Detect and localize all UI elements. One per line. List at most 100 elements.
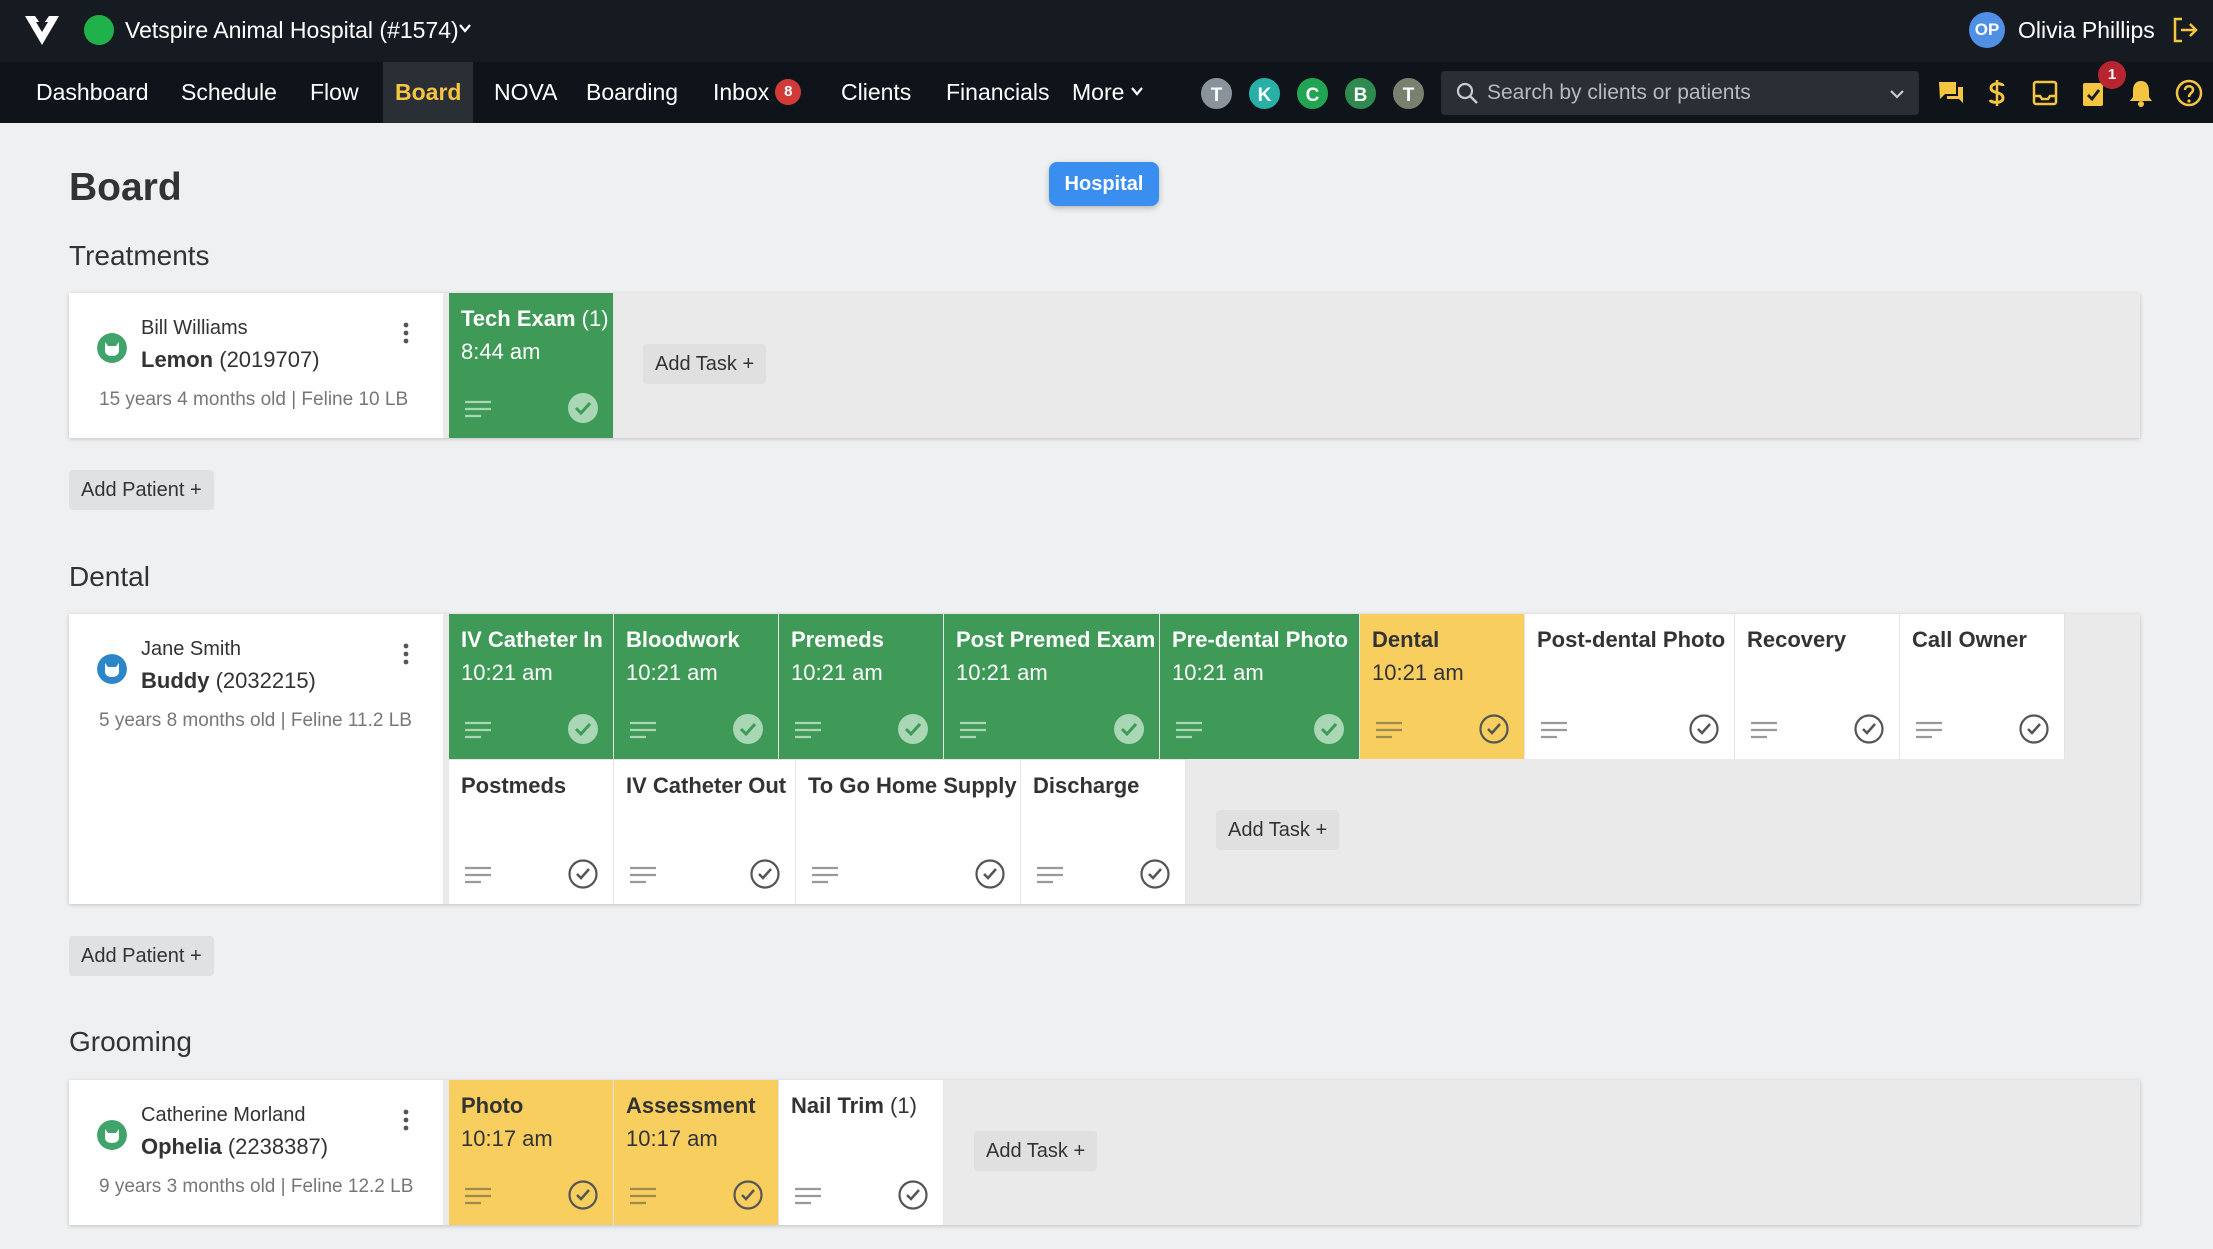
check-circle-icon[interactable] (567, 392, 599, 424)
section-title-treatments: Treatments (69, 240, 210, 271)
check-circle-icon[interactable] (749, 858, 781, 890)
more-options-icon[interactable] (399, 320, 413, 346)
check-circle-icon[interactable] (732, 713, 764, 745)
check-circle-icon[interactable] (974, 858, 1006, 890)
task-card-pre-dental-photo[interactable]: Pre-dental Photo 10:21 am (1160, 614, 1360, 759)
add-patient-button[interactable]: Add Patient + (69, 470, 214, 510)
owner-name[interactable]: Jane Smith (141, 638, 241, 661)
inbox-tray-icon[interactable] (2030, 78, 2060, 108)
notes-icon[interactable] (1174, 719, 1204, 741)
task-card-postmeds[interactable]: Postmeds (449, 759, 614, 904)
nav-boarding[interactable]: Boarding (586, 62, 678, 123)
patient-card[interactable]: Jane Smith Buddy (2032215) 5 years 8 mon… (69, 614, 443, 904)
check-circle-icon[interactable] (567, 713, 599, 745)
nav-nova[interactable]: NOVA (494, 62, 557, 123)
check-circle-icon[interactable] (1313, 713, 1345, 745)
notes-icon[interactable] (628, 864, 658, 886)
staff-avatar[interactable]: C (1295, 76, 1330, 111)
task-title: Recovery (1747, 627, 1847, 652)
task-card-post-dental-photo[interactable]: Post-dental Photo (1525, 614, 1735, 759)
user-name[interactable]: Olivia Phillips (2018, 15, 2155, 45)
nav-more[interactable]: More (1072, 62, 1144, 123)
notes-icon[interactable] (793, 1185, 823, 1207)
notes-icon[interactable] (628, 1185, 658, 1207)
task-card-premeds[interactable]: Premeds 10:21 am (779, 614, 944, 759)
add-task-button[interactable]: Add Task + (643, 344, 767, 384)
add-task-button[interactable]: Add Task + (1216, 810, 1340, 850)
pet-name-line[interactable]: Buddy (2032215) (141, 668, 316, 694)
section-title-dental: Dental (69, 561, 150, 592)
pet-name-line[interactable]: Ophelia (2238387) (141, 1134, 328, 1160)
help-icon[interactable] (2174, 78, 2204, 108)
staff-avatar[interactable]: K (1247, 76, 1282, 111)
task-card-nail-trim[interactable]: Nail Trim (1) (779, 1080, 944, 1225)
check-circle-icon[interactable] (567, 1179, 599, 1211)
notes-icon[interactable] (628, 719, 658, 741)
notes-icon[interactable] (793, 719, 823, 741)
nav-dashboard[interactable]: Dashboard (36, 62, 149, 123)
nav-financials[interactable]: Financials (946, 62, 1050, 123)
task-card-iv-catheter-in[interactable]: IV Catheter In 10:21 am (449, 614, 614, 759)
add-task-button[interactable]: Add Task + (974, 1131, 1098, 1171)
check-circle-icon[interactable] (1478, 713, 1510, 745)
task-card-tech-exam[interactable]: Tech Exam (1) 8:44 am (449, 293, 614, 438)
task-card-dental[interactable]: Dental 10:21 am (1360, 614, 1525, 759)
chat-icon[interactable] (1936, 78, 1966, 108)
chevron-down-icon[interactable] (458, 21, 472, 35)
notes-icon[interactable] (463, 398, 493, 420)
notes-icon[interactable] (810, 864, 840, 886)
nav-schedule[interactable]: Schedule (181, 62, 277, 123)
notes-icon[interactable] (958, 719, 988, 741)
nav-inbox[interactable]: Inbox 8 (713, 62, 802, 123)
nav-clients[interactable]: Clients (841, 62, 911, 123)
check-circle-icon[interactable] (732, 1179, 764, 1211)
add-patient-button[interactable]: Add Patient + (69, 936, 214, 976)
owner-name[interactable]: Catherine Morland (141, 1104, 306, 1127)
task-card-bloodwork[interactable]: Bloodwork 10:21 am (614, 614, 779, 759)
location-filter-button[interactable]: Hospital (1049, 162, 1159, 206)
patient-card[interactable]: Bill Williams Lemon (2019707) 15 years 4… (69, 293, 443, 438)
notes-icon[interactable] (463, 864, 493, 886)
nav-flow[interactable]: Flow (310, 62, 359, 123)
notes-icon[interactable] (463, 719, 493, 741)
task-card-iv-catheter-out[interactable]: IV Catheter Out (614, 759, 796, 904)
search-input[interactable] (1487, 71, 1867, 115)
check-circle-icon[interactable] (897, 713, 929, 745)
task-card-call-owner[interactable]: Call Owner (1900, 614, 2065, 759)
vetspire-logo-icon[interactable] (22, 12, 62, 48)
check-circle-icon[interactable] (1139, 858, 1171, 890)
check-circle-icon[interactable] (897, 1179, 929, 1211)
staff-avatar[interactable]: T (1391, 76, 1426, 111)
user-avatar[interactable]: OP (1969, 12, 2005, 48)
notes-icon[interactable] (1749, 719, 1779, 741)
more-options-icon[interactable] (399, 1107, 413, 1133)
check-circle-icon[interactable] (1853, 713, 1885, 745)
check-circle-icon[interactable] (567, 858, 599, 890)
pet-name-line[interactable]: Lemon (2019707) (141, 347, 320, 373)
notes-icon[interactable] (1035, 864, 1065, 886)
owner-name[interactable]: Bill Williams (141, 317, 248, 340)
check-circle-icon[interactable] (1688, 713, 1720, 745)
staff-avatar[interactable]: T (1199, 76, 1234, 111)
more-options-icon[interactable] (399, 641, 413, 667)
task-card-recovery[interactable]: Recovery (1735, 614, 1900, 759)
task-card-discharge[interactable]: Discharge (1021, 759, 1186, 904)
check-circle-icon[interactable] (1113, 713, 1145, 745)
logout-icon[interactable] (2170, 15, 2200, 45)
bell-icon[interactable] (2126, 78, 2156, 108)
notes-icon[interactable] (463, 1185, 493, 1207)
staff-avatar[interactable]: B (1343, 76, 1378, 111)
notes-icon[interactable] (1374, 719, 1404, 741)
task-card-assessment[interactable]: Assessment 10:17 am (614, 1080, 779, 1225)
patient-card[interactable]: Catherine Morland Ophelia (2238387) 9 ye… (69, 1080, 443, 1225)
notes-icon[interactable] (1914, 719, 1944, 741)
notes-icon[interactable] (1539, 719, 1569, 741)
dollar-icon[interactable] (1982, 78, 2012, 108)
check-circle-icon[interactable] (2018, 713, 2050, 745)
chevron-down-icon[interactable] (1889, 86, 1905, 102)
hospital-selector[interactable]: Vetspire Animal Hospital (#1574) (125, 15, 459, 45)
task-card-post-premed-exam[interactable]: Post Premed Exam 10:21 am (944, 614, 1160, 759)
nav-board[interactable]: Board (383, 62, 474, 123)
task-card-to-go-home-supply[interactable]: To Go Home Supply (796, 759, 1021, 904)
task-card-photo[interactable]: Photo 10:17 am (449, 1080, 614, 1225)
